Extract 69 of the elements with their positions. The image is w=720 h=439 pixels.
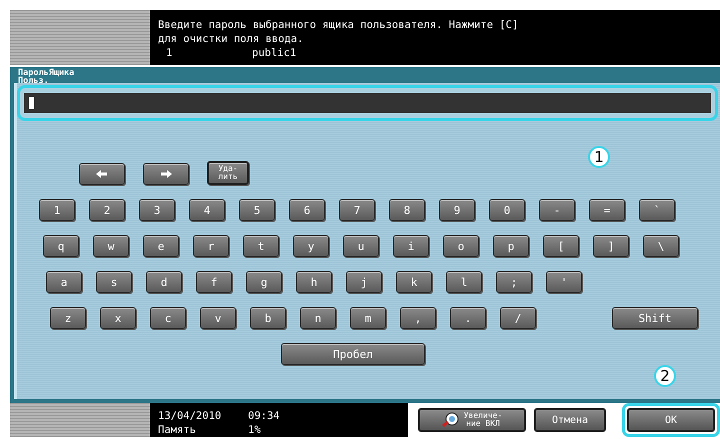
box-number: 1 [165,46,174,60]
keyboard-key[interactable]: , [400,307,436,329]
keyboard-key[interactable]: 8 [389,199,425,221]
keyboard-key[interactable]: 5 [239,199,275,221]
instruction-text: Введите пароль выбранного ящика пользователя. Нажмите [C] [158,18,520,32]
arrow-icon [159,169,173,179]
keyboard-key[interactable]: p [493,235,529,257]
keyboard-key[interactable]: m [350,307,386,329]
shift-key[interactable]: Shift [612,307,698,329]
cursor-right-key[interactable] [143,163,189,185]
zoom-button[interactable]: Увеличе- ние ВКЛ [418,408,526,432]
keyboard-key[interactable]: r [193,235,229,257]
keyboard-key[interactable]: ; [496,271,532,293]
keyboard-key[interactable]: i [393,235,429,257]
ok-button[interactable]: OK [627,408,715,432]
password-field[interactable] [24,93,711,113]
keyboard-key[interactable]: o [443,235,479,257]
keyboard-key[interactable]: 7 [339,199,375,221]
keyboard-key[interactable]: 6 [289,199,325,221]
keyboard-key[interactable]: a [46,271,82,293]
keyboard-key[interactable]: y [293,235,329,257]
instruction-text: для очистки поля ввода. [158,32,304,46]
keyboard-key[interactable]: 3 [139,199,175,221]
keyboard-key[interactable]: x [100,307,136,329]
keyboard-key[interactable]: w [93,235,129,257]
keyboard-key[interactable]: t [243,235,279,257]
keyboard-key[interactable]: 4 [189,199,225,221]
dialog-title: ПарольЯщика Польз. [17,67,76,83]
cursor-left-key[interactable] [79,163,125,185]
keyboard-key[interactable]: b [250,307,286,329]
keyboard-key[interactable]: \ [643,235,679,257]
magnifier-icon [442,412,460,428]
keyboard-key[interactable]: j [346,271,382,293]
keyboard-key[interactable]: ' [546,271,582,293]
keyboard-key[interactable]: e [143,235,179,257]
time-text: 09:34 [248,410,281,424]
delete-key[interactable]: Уда- лить [207,161,249,185]
keyboard-key[interactable]: q [43,235,79,257]
memory-value: 1% [248,424,262,437]
keyboard-key[interactable]: d [146,271,182,293]
keyboard-key[interactable]: c [150,307,186,329]
keyboard-key[interactable]: g [246,271,282,293]
keyboard-key[interactable]: k [396,271,432,293]
arrow-icon [95,169,109,179]
keyboard-key[interactable]: [ [543,235,579,257]
keyboard-key[interactable]: f [196,271,232,293]
keyboard-key[interactable]: = [589,199,625,221]
keyboard-key[interactable]: 1 [39,199,75,221]
keyboard-key[interactable]: n [300,307,336,329]
space-key[interactable]: Пробел [281,343,425,365]
memory-label: Память [158,424,197,437]
keyboard-key[interactable]: u [343,235,379,257]
keyboard-key[interactable]: s [96,271,132,293]
keyboard-key[interactable]: ] [593,235,629,257]
keyboard-key[interactable]: / [500,307,536,329]
keyboard-key[interactable]: 9 [439,199,475,221]
text-cursor [29,97,34,109]
keyboard-key[interactable]: l [446,271,482,293]
keyboard-key[interactable]: ` [639,199,675,221]
date-text: 13/04/2010 [158,410,222,424]
keyboard-key[interactable]: 0 [489,199,525,221]
keyboard-key[interactable]: - [539,199,575,221]
keyboard-key[interactable]: v [200,307,236,329]
keyboard-key[interactable]: . [450,307,486,329]
keyboard-key[interactable]: z [50,307,86,329]
keyboard-key[interactable]: h [296,271,332,293]
box-name: public1 [252,46,296,60]
keyboard-key[interactable]: 2 [89,199,125,221]
cancel-button[interactable]: Отмена [534,408,606,432]
